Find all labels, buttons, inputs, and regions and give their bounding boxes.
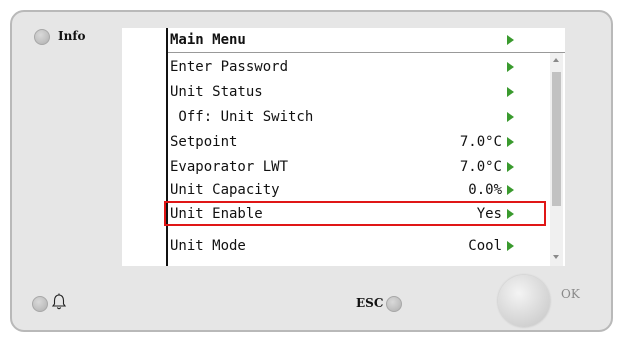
right-triangle-icon	[507, 87, 514, 97]
menu-item-label: Unit Capacity	[170, 182, 280, 198]
right-triangle-icon	[507, 185, 514, 195]
menu-item-value: 7.0°C	[459, 159, 502, 175]
scrollbar-thumb[interactable]	[552, 72, 561, 206]
alarm-led[interactable]	[32, 296, 48, 312]
right-triangle-icon	[507, 137, 514, 147]
right-triangle-icon	[507, 62, 514, 72]
right-triangle-icon	[507, 162, 514, 172]
menu-item-label: Setpoint	[170, 134, 238, 150]
menu-item-unit-capacity[interactable]: Unit Capacity 0.0%	[170, 178, 550, 202]
ok-knob[interactable]	[498, 275, 550, 327]
esc-button[interactable]	[386, 296, 402, 312]
menu-item-unit-mode[interactable]: Unit Mode Cool	[170, 234, 550, 258]
esc-label: ESC	[356, 296, 384, 310]
right-triangle-icon	[507, 241, 514, 251]
right-triangle-icon	[507, 35, 514, 45]
info-label: Info	[58, 29, 86, 43]
menu-item-unit-switch[interactable]: Off: Unit Switch	[170, 105, 550, 129]
menu-item-value: 7.0°C	[459, 134, 502, 150]
ok-label: OK	[561, 287, 580, 301]
info-led[interactable]	[34, 29, 50, 45]
bell-icon[interactable]	[51, 293, 67, 311]
menu-item-label: Off: Unit Switch	[170, 109, 314, 125]
menu-title-row[interactable]: Main Menu	[170, 28, 550, 52]
scroll-up-arrow-icon[interactable]	[553, 58, 559, 62]
menu-item-value: 0.0%	[468, 182, 502, 198]
menu-item-label: Evaporator LWT	[170, 159, 289, 175]
selected-row-highlight	[164, 201, 546, 226]
menu-item-setpoint[interactable]: Setpoint 7.0°C	[170, 130, 550, 154]
menu-item-enter-password[interactable]: Enter Password	[170, 55, 550, 79]
menu-item-value: Cool	[468, 238, 502, 254]
scroll-down-arrow-icon[interactable]	[553, 255, 559, 259]
display-screen: Main Menu Enter Password Unit Status Off…	[122, 28, 565, 266]
menu-item-label: Unit Mode	[170, 238, 246, 254]
menu-item-evaporator-lwt[interactable]: Evaporator LWT 7.0°C	[170, 155, 550, 179]
menu-item-label: Enter Password	[170, 59, 289, 75]
title-separator	[168, 52, 565, 53]
menu-item-unit-status[interactable]: Unit Status	[170, 80, 550, 104]
screen-left-divider	[166, 28, 168, 266]
menu-title: Main Menu	[170, 32, 246, 48]
menu-item-label: Unit Status	[170, 84, 263, 100]
right-triangle-icon	[507, 112, 514, 122]
